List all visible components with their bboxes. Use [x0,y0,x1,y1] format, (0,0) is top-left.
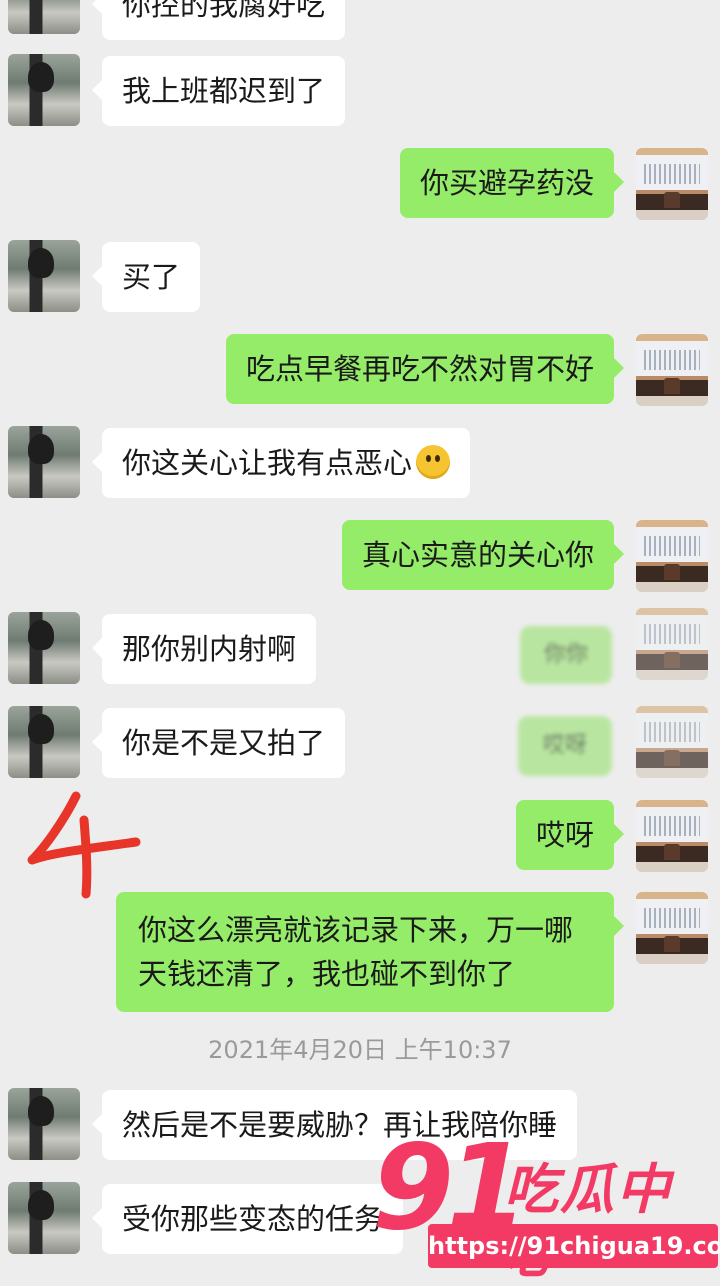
chat-timestamp: 2021年4月20日 上午10:37 [208,1036,512,1064]
message-text: 买了 [122,260,181,294]
self-avatar[interactable] [636,892,708,964]
message-bubble-sent[interactable]: 真心实意的关心你 [341,520,625,590]
message-bubble-received[interactable]: 买了 [91,242,201,312]
message-text: 受你那些变态的任务 [122,1202,384,1236]
blurred-message-bubble: 你你 [520,626,612,684]
self-avatar[interactable] [636,520,708,592]
self-avatar[interactable] [636,608,708,680]
blurred-message-bubble: 哎呀 [518,716,612,776]
message-text: 那你别内射啊 [122,632,297,666]
message-bubble-received[interactable]: 你控的我腐好吃 [91,0,346,40]
contact-avatar[interactable] [8,0,80,34]
contact-avatar[interactable] [8,1182,80,1254]
message-text: 真心实意的关心你 [361,538,594,572]
contact-avatar[interactable] [8,54,80,126]
site-watermark: 91 吃瓜中心 https://91chigua19.com [372,1128,720,1285]
message-text: 你这么漂亮就该记录下来，万一哪天钱还清了，我也碰不到你了 [138,913,574,991]
message-bubble-sent[interactable]: 你这么漂亮就该记录下来，万一哪天钱还清了，我也碰不到你了 [116,892,624,1012]
blurred-text: 哎呀 [542,733,587,758]
message-bubble-received[interactable]: 受你那些变态的任务 [91,1184,404,1254]
message-text: 你买避孕药没 [419,166,594,200]
contact-avatar[interactable] [8,240,80,312]
message-bubble-sent[interactable]: 哎呀 [515,800,625,870]
message-text: 我上班都迟到了 [122,74,326,108]
message-text: 吃点早餐再吃不然对胃不好 [245,352,594,386]
self-avatar[interactable] [636,800,708,872]
contact-avatar[interactable] [8,426,80,498]
self-avatar[interactable] [636,334,708,406]
message-bubble-received[interactable]: 我上班都迟到了 [91,56,346,126]
self-avatar[interactable] [636,706,708,778]
blurred-text: 你你 [543,642,588,667]
message-bubble-received[interactable]: 那你别内射啊 [91,614,317,684]
message-bubble-sent[interactable]: 吃点早餐再吃不然对胃不好 [225,334,625,404]
watermark-url: https://91chigua19.com [428,1224,720,1268]
message-text: 你这关心让我有点恶心 [122,446,413,480]
message-bubble-received[interactable]: 你这关心让我有点恶心 [91,428,471,498]
contact-avatar[interactable] [8,612,80,684]
message-text: 哎呀 [535,818,594,852]
contact-avatar[interactable] [8,706,80,778]
message-bubble-sent[interactable]: 你买避孕药没 [399,148,625,218]
message-bubble-received[interactable]: 你是不是又拍了 [91,708,346,778]
smiley-emoji-icon [416,445,451,479]
contact-avatar[interactable] [8,1088,80,1160]
message-text: 你控的我腐好吃 [122,0,326,22]
message-text: 你是不是又拍了 [122,726,326,760]
self-avatar[interactable] [636,148,708,220]
handwritten-annotation-4 [27,791,141,899]
